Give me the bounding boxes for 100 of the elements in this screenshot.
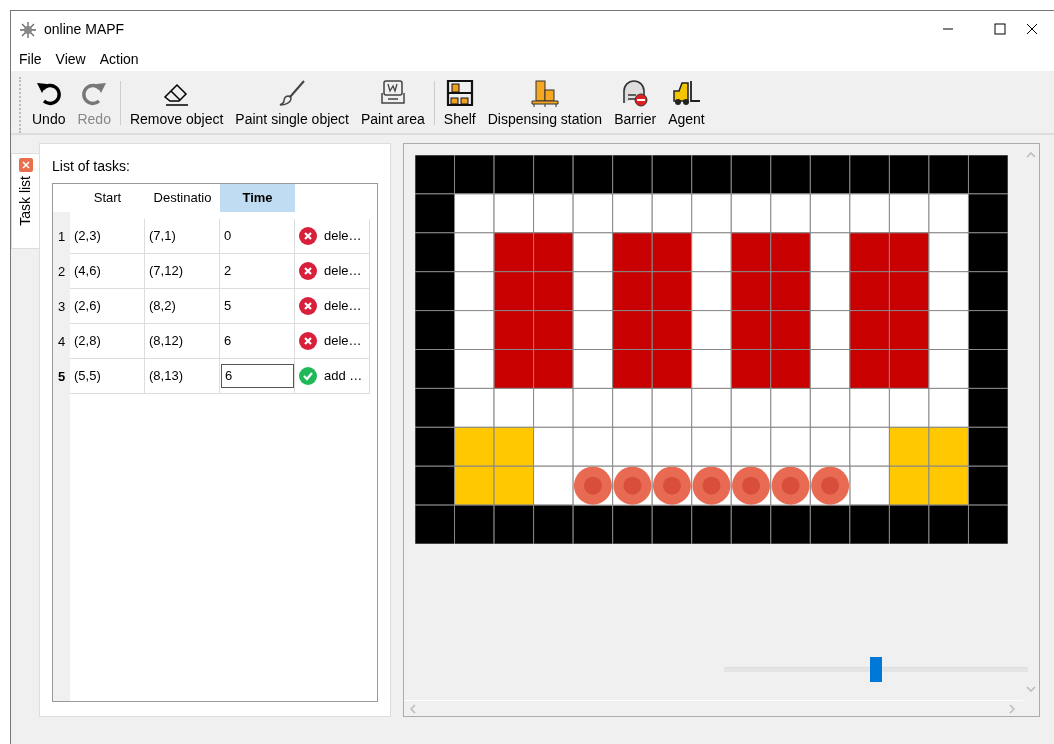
shelf-tile[interactable] xyxy=(612,271,653,312)
wall-tile[interactable] xyxy=(770,155,811,195)
shelf-tile[interactable] xyxy=(651,271,693,312)
menu-item[interactable]: Action xyxy=(99,48,139,70)
wall-tile[interactable] xyxy=(651,155,693,195)
floor-tile[interactable] xyxy=(849,193,890,234)
wall-tile[interactable] xyxy=(967,387,1008,428)
floor-tile[interactable] xyxy=(730,426,772,467)
shelf-tile[interactable] xyxy=(493,271,535,312)
wall-tile[interactable] xyxy=(415,271,456,312)
station-tile[interactable] xyxy=(493,426,535,467)
floor-tile[interactable] xyxy=(691,426,732,467)
floor-tile[interactable] xyxy=(612,193,653,234)
shelf-tile[interactable] xyxy=(888,310,930,350)
floor-tile[interactable] xyxy=(454,193,495,234)
floor-tile[interactable] xyxy=(809,426,851,467)
floor-tile[interactable] xyxy=(651,193,693,234)
floor-tile[interactable] xyxy=(454,387,495,428)
shelf-tile[interactable] xyxy=(612,232,653,273)
floor-tile[interactable] xyxy=(809,193,851,234)
shelf-tile[interactable] xyxy=(770,310,811,350)
floor-tile[interactable] xyxy=(888,193,930,234)
floor-tile[interactable] xyxy=(809,387,851,428)
shelf-tile[interactable] xyxy=(730,232,772,273)
floor-tile[interactable] xyxy=(888,387,930,428)
wall-tile[interactable] xyxy=(730,155,772,195)
wall-tile[interactable] xyxy=(967,349,1008,389)
floor-tile[interactable] xyxy=(928,349,969,389)
floor-tile[interactable] xyxy=(572,349,614,389)
wall-tile[interactable] xyxy=(612,504,653,544)
shelf-tile[interactable] xyxy=(770,271,811,312)
wall-tile[interactable] xyxy=(415,232,456,273)
floor-tile[interactable] xyxy=(533,387,574,428)
toolbar-button[interactable]: Dispensing station xyxy=(481,77,609,133)
menu-item[interactable]: View xyxy=(55,48,86,70)
action-link[interactable]: dele… xyxy=(324,261,362,281)
shelf-tile[interactable] xyxy=(770,349,811,389)
floor-tile[interactable] xyxy=(572,193,614,234)
wall-tile[interactable] xyxy=(415,465,456,506)
wall-tile[interactable] xyxy=(967,271,1008,312)
wall-tile[interactable] xyxy=(967,504,1008,544)
shelf-tile[interactable] xyxy=(770,232,811,273)
wall-tile[interactable] xyxy=(967,232,1008,273)
action-link[interactable]: dele… xyxy=(324,226,362,246)
shelf-tile[interactable] xyxy=(888,349,930,389)
wall-tile[interactable] xyxy=(415,310,456,350)
station-tile[interactable] xyxy=(454,465,495,506)
shelf-tile[interactable] xyxy=(612,310,653,350)
toolbar-button[interactable]: Barrier xyxy=(608,77,663,133)
wall-tile[interactable] xyxy=(533,504,574,544)
wall-tile[interactable] xyxy=(415,155,456,195)
agent-marker[interactable] xyxy=(809,465,851,506)
floor-tile[interactable] xyxy=(493,193,535,234)
shelf-tile[interactable] xyxy=(533,310,574,350)
floor-tile[interactable] xyxy=(691,310,732,350)
shelf-tile[interactable] xyxy=(888,271,930,312)
wall-tile[interactable] xyxy=(691,155,732,195)
shelf-tile[interactable] xyxy=(849,310,890,350)
floor-tile[interactable] xyxy=(454,310,495,350)
floor-tile[interactable] xyxy=(691,349,732,389)
menu-item[interactable]: File xyxy=(19,48,42,70)
agent-marker[interactable] xyxy=(770,465,811,506)
shelf-tile[interactable] xyxy=(533,349,574,389)
shelf-tile[interactable] xyxy=(849,349,890,389)
floor-tile[interactable] xyxy=(770,193,811,234)
agent-marker[interactable] xyxy=(730,465,772,506)
wall-tile[interactable] xyxy=(730,504,772,544)
floor-tile[interactable] xyxy=(928,232,969,273)
floor-tile[interactable] xyxy=(651,387,693,428)
wall-tile[interactable] xyxy=(454,155,495,195)
column-header[interactable]: Time xyxy=(220,184,295,212)
floor-tile[interactable] xyxy=(730,193,772,234)
wall-tile[interactable] xyxy=(967,193,1008,234)
floor-tile[interactable] xyxy=(612,426,653,467)
floor-tile[interactable] xyxy=(691,232,732,273)
shelf-tile[interactable] xyxy=(533,232,574,273)
shelf-tile[interactable] xyxy=(730,310,772,350)
wall-tile[interactable] xyxy=(454,504,495,544)
station-tile[interactable] xyxy=(454,426,495,467)
floor-tile[interactable] xyxy=(454,271,495,312)
close-icon[interactable] xyxy=(1026,23,1038,35)
action-link[interactable]: add … xyxy=(324,366,363,386)
wall-tile[interactable] xyxy=(691,504,732,544)
floor-tile[interactable] xyxy=(572,232,614,273)
cell-editor[interactable]: 6 xyxy=(221,364,294,388)
wall-tile[interactable] xyxy=(415,426,456,467)
floor-tile[interactable] xyxy=(651,426,693,467)
shelf-tile[interactable] xyxy=(888,232,930,273)
floor-tile[interactable] xyxy=(454,349,495,389)
floor-tile[interactable] xyxy=(533,426,574,467)
floor-tile[interactable] xyxy=(928,193,969,234)
floor-tile[interactable] xyxy=(928,310,969,350)
floor-tile[interactable] xyxy=(849,387,890,428)
floor-tile[interactable] xyxy=(849,465,890,506)
wall-tile[interactable] xyxy=(967,155,1008,195)
floor-tile[interactable] xyxy=(691,193,732,234)
agent-marker[interactable] xyxy=(572,465,614,506)
wall-tile[interactable] xyxy=(572,155,614,195)
wall-tile[interactable] xyxy=(493,504,535,544)
shelf-tile[interactable] xyxy=(651,232,693,273)
